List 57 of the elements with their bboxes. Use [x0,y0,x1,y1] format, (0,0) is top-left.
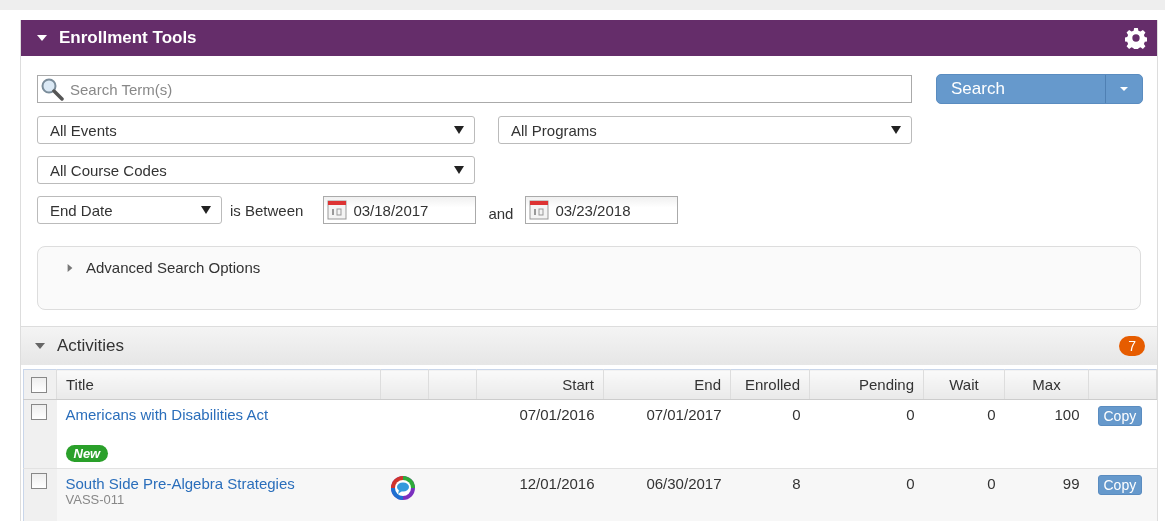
search-field[interactable]: Search Term(s) [37,75,912,103]
column-header: Wait [923,369,1005,400]
date-field[interactable]: 03/18/2017 [323,196,477,224]
caret-icon [1120,86,1128,92]
table-cell: 0 [923,399,1005,469]
activity-code: VASS-011 [65,492,126,507]
column-header: Max [1004,369,1089,400]
column-header: Enrolled [730,369,810,400]
column-header: Title [56,369,381,400]
operator-label: is Between [230,201,304,219]
new-badge: New [65,445,109,462]
column-header: Pending [809,369,924,400]
dropdown[interactable]: All Programs [498,116,912,144]
table-cell: 06/30/2017 [603,468,731,521]
table-cell: 0 [923,468,1005,521]
checkbox[interactable] [31,404,47,420]
table-cell: 12/01/2016 [476,468,604,521]
activity-title-link[interactable]: South Side Pre-Algebra Strategies [65,475,295,492]
table-cell: 99 [1004,468,1089,521]
table-cell: 07/01/2017 [603,399,731,469]
expand-toggle-icon[interactable] [66,264,74,272]
dropdown-arrow-icon [201,206,211,214]
dropdown-arrow-icon [454,126,464,134]
table-cell: 0 [730,399,810,469]
column-header-blank [380,369,429,400]
dropdown-value: All Course Codes [50,161,167,179]
column-header: Start [476,369,604,400]
panel-title: Enrollment Tools [59,28,198,48]
table-cell: 0 [809,468,924,521]
table-cell: 07/01/2016 [476,399,604,469]
collapse-toggle-icon[interactable] [35,341,45,351]
table-cell: 8 [730,468,810,521]
calendar-icon[interactable] [327,200,348,220]
dropdown-value: End Date [50,201,113,219]
chat-bubble-icon[interactable] [389,475,416,501]
dropdown-value: All Events [50,121,117,139]
collapse-toggle-icon[interactable] [37,33,47,43]
dropdown-arrow-icon [454,166,464,174]
date-field[interactable]: 03/23/2018 [525,196,679,224]
column-header: End [603,369,731,400]
checkbox[interactable] [31,376,47,393]
table-cell: 100 [1004,399,1089,469]
conjunction-label: and [488,204,514,222]
dropdown-value: All Programs [511,121,597,139]
dropdown[interactable]: All Events [37,116,475,144]
activity-title-link[interactable]: Americans with Disabilities Act [65,406,269,423]
advanced-options-toggle[interactable]: Advanced Search Options [86,259,261,276]
calendar-icon[interactable] [529,200,550,220]
dropdown-arrow-icon [891,126,901,134]
count-badge: 7 [1119,336,1145,356]
settings-icon[interactable] [1125,27,1147,49]
activities-title: Activities [57,336,126,356]
column-header-blank [428,369,477,400]
table-cell: 0 [809,399,924,469]
checkbox[interactable] [31,473,47,489]
dropdown[interactable]: All Course Codes [37,156,475,184]
dropdown[interactable]: End Date [37,196,222,224]
